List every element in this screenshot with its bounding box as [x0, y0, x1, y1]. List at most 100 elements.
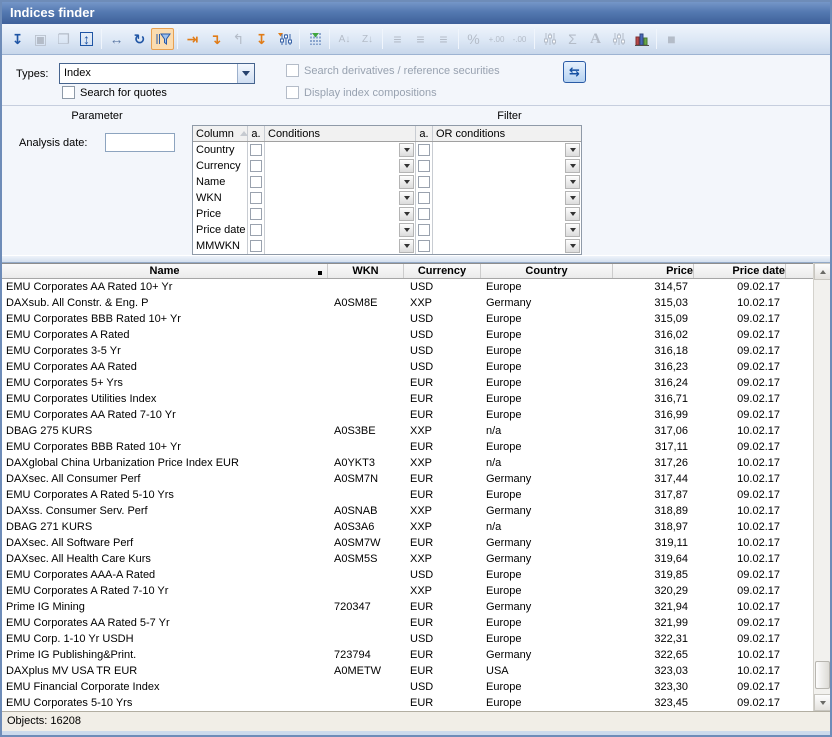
table-row[interactable]: EMU Corp. 1-10 Yr USDHUSDEurope322,3109.…: [2, 631, 830, 647]
table-row[interactable]: EMU Corporates A Rated 5-10 YrsEUREurope…: [2, 487, 830, 503]
search-for-quotes-option[interactable]: Search for quotes: [62, 86, 167, 99]
apply-filter-icon[interactable]: ↧: [250, 28, 273, 50]
title-bar[interactable]: Indices finder: [2, 2, 830, 24]
column-header-country[interactable]: Country: [481, 264, 613, 278]
filter-header-column[interactable]: Column: [193, 126, 248, 141]
types-combobox[interactable]: Index: [59, 63, 255, 84]
or-condition-dropdown-button[interactable]: [565, 207, 580, 221]
table-row[interactable]: EMU Corporates AA Rated 7-10 YrEUREurope…: [2, 407, 830, 423]
or-condition-cell[interactable]: [433, 206, 581, 222]
or-condition-dropdown-button[interactable]: [565, 159, 580, 173]
table-row[interactable]: DAXsec. All Consumer PerfA0SM7NEURGerman…: [2, 471, 830, 487]
column-settings-icon[interactable]: [273, 28, 296, 50]
column-header-name[interactable]: Name: [2, 264, 328, 278]
condition-dropdown-button[interactable]: [399, 223, 414, 237]
and-checkbox[interactable]: [418, 144, 430, 156]
refresh-icon[interactable]: ↻: [128, 28, 151, 50]
table-row[interactable]: DBAG 271 KURSA0S3A6XXPn/a318,9710.02.17: [2, 519, 830, 535]
vertical-scrollbar[interactable]: [813, 263, 830, 711]
table-row[interactable]: DAXplus MV USA TR EURA0METWEURUSA323,031…: [2, 663, 830, 679]
condition-dropdown-button[interactable]: [399, 207, 414, 221]
or-condition-dropdown-button[interactable]: [565, 239, 580, 253]
scroll-up-button[interactable]: [814, 263, 831, 280]
analysis-date-input[interactable]: [105, 133, 175, 152]
condition-cell[interactable]: [265, 142, 416, 158]
select-columns-icon[interactable]: [303, 28, 326, 50]
table-row[interactable]: DAXglobal China Urbanization Price Index…: [2, 455, 830, 471]
and-checkbox[interactable]: [250, 240, 262, 252]
combobox-dropdown-button[interactable]: [237, 64, 254, 83]
and-checkbox[interactable]: [250, 208, 262, 220]
condition-cell[interactable]: [265, 222, 416, 238]
and-checkbox[interactable]: [250, 176, 262, 188]
or-condition-cell[interactable]: [433, 158, 581, 174]
or-condition-dropdown-button[interactable]: [565, 175, 580, 189]
table-row[interactable]: EMU Corporates AAA-A RatedUSDEurope319,8…: [2, 567, 830, 583]
and-checkbox[interactable]: [418, 224, 430, 236]
and-checkbox[interactable]: [250, 160, 262, 172]
toolbar-separator: [101, 29, 102, 49]
condition-dropdown-button[interactable]: [399, 143, 414, 157]
condition-dropdown-button[interactable]: [399, 175, 414, 189]
table-row[interactable]: DAXsub. All Constr. & Eng. PA0SM8EXXPGer…: [2, 295, 830, 311]
and-checkbox[interactable]: [250, 192, 262, 204]
scroll-down-button[interactable]: [814, 694, 831, 711]
fit-rows-icon[interactable]: ↕: [75, 28, 98, 50]
table-row[interactable]: Prime IG Publishing&Print.723794EURGerma…: [2, 647, 830, 663]
condition-cell[interactable]: [265, 190, 416, 206]
or-condition-dropdown-button[interactable]: [565, 223, 580, 237]
table-row[interactable]: EMU Corporates AA RatedUSDEurope316,2309…: [2, 359, 830, 375]
search-for-quotes-checkbox[interactable]: [62, 86, 75, 99]
table-row[interactable]: EMU Financial Corporate IndexUSDEurope32…: [2, 679, 830, 695]
and-checkbox[interactable]: [418, 208, 430, 220]
table-row[interactable]: EMU Corporates 5+ YrsEUREurope316,2409.0…: [2, 375, 830, 391]
condition-cell[interactable]: [265, 238, 416, 254]
execute-search-button[interactable]: ⇆: [563, 61, 586, 83]
table-row[interactable]: EMU Corporates 3-5 YrUSDEurope316,1809.0…: [2, 343, 830, 359]
condition-dropdown-button[interactable]: [399, 191, 414, 205]
table-row[interactable]: EMU Corporates 5-10 YrsEUREurope323,4509…: [2, 695, 830, 711]
chart-icon[interactable]: [630, 28, 653, 50]
condition-cell[interactable]: [265, 206, 416, 222]
table-row[interactable]: DAXss. Consumer Serv. PerfA0SNABXXPGerma…: [2, 503, 830, 519]
and-checkbox[interactable]: [250, 144, 262, 156]
table-row[interactable]: EMU Corporates Utilities IndexEUREurope3…: [2, 391, 830, 407]
resize-columns-icon[interactable]: ↔: [105, 28, 128, 50]
or-condition-cell[interactable]: [433, 190, 581, 206]
column-header-wkn[interactable]: WKN: [328, 264, 404, 278]
and-checkbox[interactable]: [250, 224, 262, 236]
and-checkbox[interactable]: [418, 176, 430, 188]
insert-column-right-icon[interactable]: ⇥: [181, 28, 204, 50]
table-row[interactable]: DBAG 275 KURSA0S3BEXXPn/a317,0610.02.17: [2, 423, 830, 439]
table-row[interactable]: EMU Corporates A Rated 7-10 YrXXPEurope3…: [2, 583, 830, 599]
table-row[interactable]: EMU Corporates BBB Rated 10+ YrEUREurope…: [2, 439, 830, 455]
filter-icon[interactable]: [151, 28, 174, 50]
or-condition-dropdown-button[interactable]: [565, 143, 580, 157]
column-header-currency[interactable]: Currency: [404, 264, 481, 278]
table-row[interactable]: EMU Corporates BBB Rated 10+ YrUSDEurope…: [2, 311, 830, 327]
table-row[interactable]: EMU Corporates A RatedUSDEurope316,0209.…: [2, 327, 830, 343]
import-layout-icon[interactable]: ↧: [6, 28, 29, 50]
table-row[interactable]: DAXsec. All Health Care KursA0SM5SXXPGer…: [2, 551, 830, 567]
or-condition-dropdown-button[interactable]: [565, 191, 580, 205]
table-row[interactable]: EMU Corporates AA Rated 10+ YrUSDEurope3…: [2, 279, 830, 295]
table-row[interactable]: Prime IG Mining720347EURGermany321,9410.…: [2, 599, 830, 615]
table-row[interactable]: EMU Corporates AA Rated 5-7 YrEUREurope3…: [2, 615, 830, 631]
condition-cell[interactable]: [265, 174, 416, 190]
or-condition-cell[interactable]: [433, 174, 581, 190]
or-condition-cell[interactable]: [433, 238, 581, 254]
condition-dropdown-button[interactable]: [399, 159, 414, 173]
condition-dropdown-button[interactable]: [399, 239, 414, 253]
and-checkbox[interactable]: [418, 240, 430, 252]
scrollbar-thumb[interactable]: [815, 661, 830, 689]
insert-row-below-icon[interactable]: ↴: [204, 28, 227, 50]
column-header-price-date[interactable]: Price date: [694, 264, 786, 278]
horizontal-splitter[interactable]: [2, 255, 830, 263]
condition-cell[interactable]: [265, 158, 416, 174]
and-checkbox[interactable]: [418, 160, 430, 172]
or-condition-cell[interactable]: [433, 222, 581, 238]
column-header-price[interactable]: Price: [613, 264, 694, 278]
and-checkbox[interactable]: [418, 192, 430, 204]
or-condition-cell[interactable]: [433, 142, 581, 158]
table-row[interactable]: DAXsec. All Software PerfA0SM7WEURGerman…: [2, 535, 830, 551]
